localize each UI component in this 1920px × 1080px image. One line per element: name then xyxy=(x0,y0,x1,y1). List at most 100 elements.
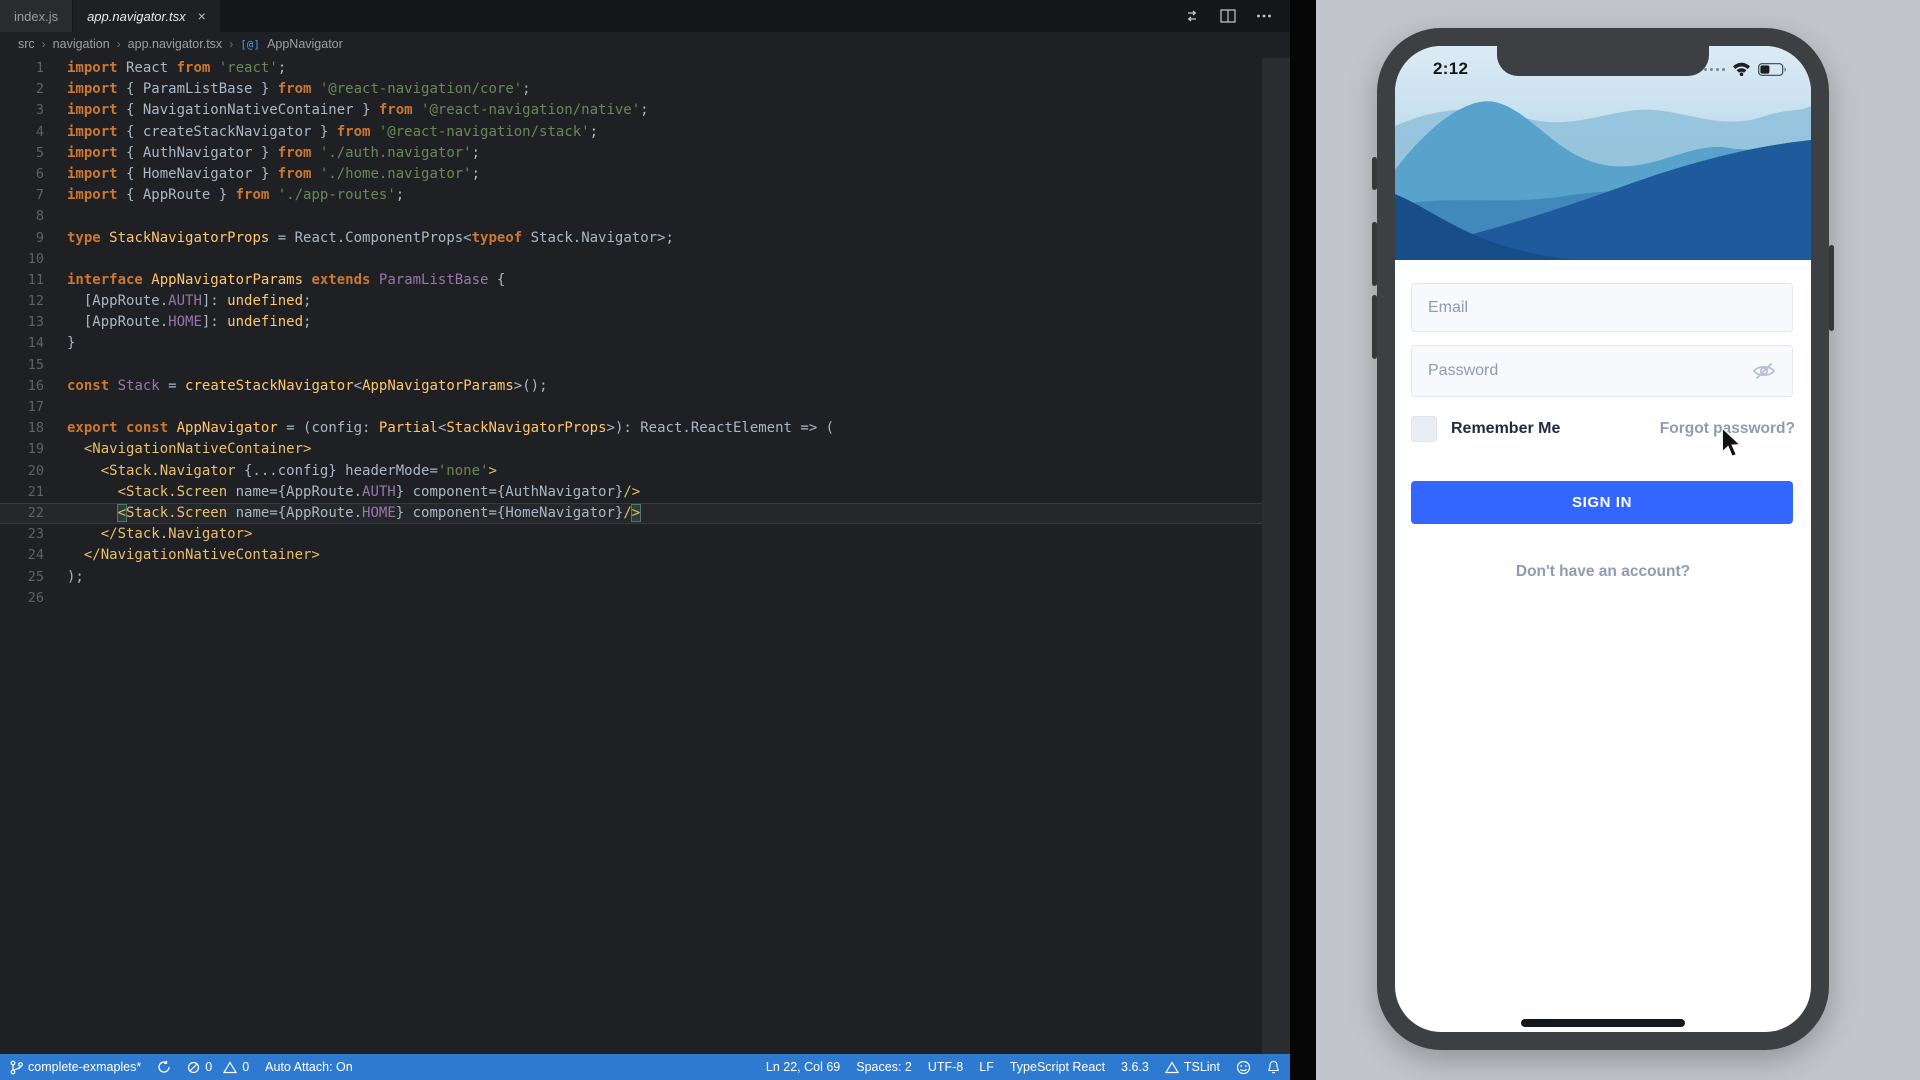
git-branch-item[interactable]: complete-exmaples* xyxy=(10,1054,141,1080)
close-tab-icon[interactable]: × xyxy=(198,8,206,24)
email-field[interactable]: Email xyxy=(1411,283,1793,332)
remember-me-checkbox[interactable] xyxy=(1411,416,1437,442)
mute-switch[interactable] xyxy=(1372,157,1377,190)
home-indicator[interactable] xyxy=(1521,1019,1685,1027)
code-line-3[interactable]: 3import { NavigationNativeContainer } fr… xyxy=(0,100,1262,121)
eol-label: LF xyxy=(979,1060,994,1074)
line-number: 10 xyxy=(0,249,67,270)
code-line-9[interactable]: 9type StackNavigatorProps = React.Compon… xyxy=(0,228,1262,249)
feedback-item[interactable] xyxy=(1236,1054,1251,1080)
code-line-4[interactable]: 4import { createStackNavigator } from '@… xyxy=(0,122,1262,143)
code-text: const Stack = createStackNavigator<AppNa… xyxy=(67,376,548,397)
code-text: } xyxy=(67,333,75,354)
more-actions-icon[interactable] xyxy=(1256,13,1272,19)
line-number: 21 xyxy=(0,482,67,503)
line-number: 24 xyxy=(0,545,67,566)
line-number: 2 xyxy=(0,79,67,100)
status-icons xyxy=(1704,62,1787,76)
auto-attach-item[interactable]: Auto Attach: On xyxy=(265,1054,353,1080)
code-text: [AppRoute.AUTH]: undefined; xyxy=(67,291,311,312)
code-text: import { HomeNavigator } from './home.na… xyxy=(67,164,480,185)
tab-label: app.navigator.tsx xyxy=(87,9,186,24)
code-line-15[interactable]: 15 xyxy=(0,355,1262,376)
code-editor[interactable]: 1import React from 'react';2import { Par… xyxy=(0,58,1262,1054)
password-placeholder: Password xyxy=(1428,362,1498,380)
code-text: </NavigationNativeContainer> xyxy=(67,545,320,566)
code-line-12[interactable]: 12 [AppRoute.AUTH]: undefined; xyxy=(0,291,1262,312)
code-line-24[interactable]: 24 </NavigationNativeContainer> xyxy=(0,545,1262,566)
code-text: type StackNavigatorProps = React.Compone… xyxy=(67,228,674,249)
code-line-6[interactable]: 6import { HomeNavigator } from './home.n… xyxy=(0,164,1262,185)
code-line-21[interactable]: 21 <Stack.Screen name={AppRoute.AUTH} co… xyxy=(0,482,1262,503)
tab-index-js[interactable]: index.js xyxy=(0,0,73,32)
code-line-16[interactable]: 16const Stack = createStackNavigator<App… xyxy=(0,376,1262,397)
language-label: TypeScript React xyxy=(1010,1060,1105,1074)
breadcrumb-item-file[interactable]: app.navigator.tsx xyxy=(128,37,223,51)
code-line-13[interactable]: 13 [AppRoute.HOME]: undefined; xyxy=(0,312,1262,333)
breadcrumb-symbol[interactable]: AppNavigator xyxy=(267,37,343,51)
symbol-class-icon: [@] xyxy=(240,38,260,51)
encoding-item[interactable]: UTF-8 xyxy=(928,1054,963,1080)
code-line-18[interactable]: 18export const AppNavigator = (config: P… xyxy=(0,418,1262,439)
code-text: import { AppRoute } from './app-routes'; xyxy=(67,185,404,206)
phone-screen: 2:12 Email Password xyxy=(1395,46,1811,1032)
password-field[interactable]: Password xyxy=(1411,345,1793,397)
sync-item[interactable] xyxy=(157,1054,171,1080)
breadcrumb-separator: › xyxy=(42,37,46,51)
status-bar-left: complete-exmaples* 0 0 Auto Attach: xyxy=(10,1054,353,1080)
code-line-2[interactable]: 2import { ParamListBase } from '@react-n… xyxy=(0,79,1262,100)
tslint-label: TSLint xyxy=(1184,1060,1220,1074)
window-divider xyxy=(1290,0,1316,1080)
code-text: import React from 'react'; xyxy=(67,58,286,79)
editor-scrollbar[interactable] xyxy=(1262,58,1290,1054)
line-number: 17 xyxy=(0,397,67,418)
code-line-23[interactable]: 23 </Stack.Navigator> xyxy=(0,524,1262,545)
code-line-1[interactable]: 1import React from 'react'; xyxy=(0,58,1262,79)
code-line-26[interactable]: 26 xyxy=(0,588,1262,609)
line-number: 22 xyxy=(0,503,67,524)
line-number: 25 xyxy=(0,567,67,588)
sync-changes-icon[interactable] xyxy=(1184,8,1200,24)
code-line-25[interactable]: 25); xyxy=(0,567,1262,588)
problems-item[interactable]: 0 0 xyxy=(187,1054,249,1080)
volume-up-button[interactable] xyxy=(1372,222,1377,286)
forgot-password-link[interactable]: Forgot password? xyxy=(1660,420,1795,438)
code-line-10[interactable]: 10 xyxy=(0,249,1262,270)
sync-icon xyxy=(157,1060,171,1074)
code-line-11[interactable]: 11interface AppNavigatorParams extends P… xyxy=(0,270,1262,291)
code-text: import { createStackNavigator } from '@r… xyxy=(67,122,598,143)
line-number: 3 xyxy=(0,100,67,121)
line-number: 19 xyxy=(0,439,67,460)
code-text: <Stack.Navigator {...config} headerMode=… xyxy=(67,461,497,482)
remember-row: Remember Me Forgot password? xyxy=(1411,414,1795,444)
notifications-item[interactable] xyxy=(1267,1054,1280,1080)
toggle-password-visibility-icon[interactable] xyxy=(1752,361,1776,381)
sign-in-button[interactable]: SIGN IN xyxy=(1411,481,1793,524)
sign-up-link[interactable]: Don't have an account? xyxy=(1395,563,1811,581)
breadcrumb-item-navigation[interactable]: navigation xyxy=(53,37,110,51)
code-line-5[interactable]: 5import { AuthNavigator } from './auth.n… xyxy=(0,143,1262,164)
cursor-position-item[interactable]: Ln 22, Col 69 xyxy=(766,1054,840,1080)
eol-item[interactable]: LF xyxy=(979,1054,994,1080)
tslint-item[interactable]: TSLint xyxy=(1165,1054,1220,1080)
language-mode-item[interactable]: TypeScript React xyxy=(1010,1054,1105,1080)
ts-version-item[interactable]: 3.6.3 xyxy=(1121,1054,1149,1080)
code-line-7[interactable]: 7import { AppRoute } from './app-routes'… xyxy=(0,185,1262,206)
code-line-19[interactable]: 19 <NavigationNativeContainer> xyxy=(0,439,1262,460)
cellular-signal-icon xyxy=(1704,68,1725,71)
remember-me-label: Remember Me xyxy=(1451,420,1560,438)
breadcrumb-item-src[interactable]: src xyxy=(18,37,35,51)
status-bar-right: Ln 22, Col 69 Spaces: 2 UTF-8 LF TypeScr… xyxy=(766,1054,1280,1080)
indentation-label: Spaces: 2 xyxy=(856,1060,912,1074)
code-line-22[interactable]: 22 <Stack.Screen name={AppRoute.HOME} co… xyxy=(0,503,1262,524)
indentation-item[interactable]: Spaces: 2 xyxy=(856,1054,912,1080)
wifi-icon xyxy=(1732,62,1751,76)
volume-down-button[interactable] xyxy=(1372,295,1377,359)
code-line-14[interactable]: 14} xyxy=(0,333,1262,354)
tab-app-navigator-tsx[interactable]: app.navigator.tsx × xyxy=(73,0,221,32)
code-line-8[interactable]: 8 xyxy=(0,206,1262,227)
code-line-17[interactable]: 17 xyxy=(0,397,1262,418)
split-editor-icon[interactable] xyxy=(1220,9,1236,23)
power-button[interactable] xyxy=(1829,245,1834,331)
code-line-20[interactable]: 20 <Stack.Navigator {...config} headerMo… xyxy=(0,461,1262,482)
